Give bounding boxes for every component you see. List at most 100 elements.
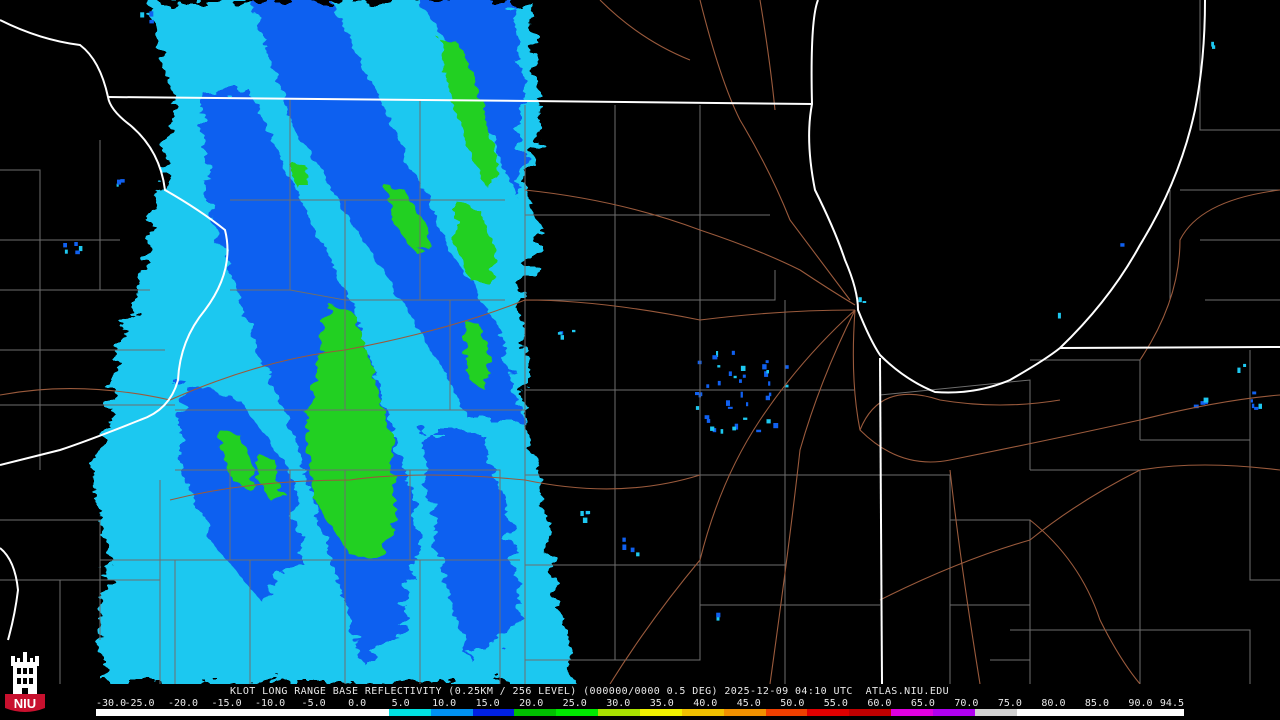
scale-label: -30.0 xyxy=(96,698,127,709)
scale-label: -10.0 xyxy=(255,698,286,709)
clutter-return xyxy=(742,374,746,378)
clutter-return xyxy=(695,406,700,410)
scale-label: 50.0 xyxy=(780,698,805,709)
scale-label: 5.0 xyxy=(391,698,410,709)
clutter-return xyxy=(1252,391,1257,395)
clutter-return xyxy=(1254,406,1259,410)
clutter-return xyxy=(862,301,867,303)
color-bin xyxy=(1058,709,1101,716)
clutter-return xyxy=(716,612,721,618)
clutter-return xyxy=(743,417,748,420)
scale-label: -25.0 xyxy=(124,698,155,709)
color-bin xyxy=(807,709,850,716)
color-bin xyxy=(137,709,180,716)
color-bin xyxy=(179,709,222,716)
radar-viewer: KLOT LONG RANGE BASE REFLECTIVITY (0.25K… xyxy=(0,0,1280,720)
scale-label: 10.0 xyxy=(432,698,457,709)
clutter-return xyxy=(717,365,721,368)
clutter-return xyxy=(768,381,771,386)
clutter-return xyxy=(716,616,720,621)
scale-label: 45.0 xyxy=(736,698,761,709)
clutter-return xyxy=(78,246,83,252)
color-bin xyxy=(723,709,766,716)
clutter-return xyxy=(1203,397,1209,403)
clutter-return xyxy=(1258,403,1262,409)
illinois-indiana-border xyxy=(879,357,883,684)
clutter-return xyxy=(64,249,68,254)
clutter-return xyxy=(731,350,735,355)
clutter-return xyxy=(740,365,746,371)
scale-label: 0.0 xyxy=(348,698,367,709)
color-scale-labels: -30.0 -25.0 -20.0 -15.0 -10.0 -5.0 0.0 5.0 10.0 1… xyxy=(96,698,1184,709)
clutter-return xyxy=(572,329,576,333)
product-caption: KLOT LONG RANGE BASE REFLECTIVITY (0.25K… xyxy=(230,686,950,697)
clutter-return xyxy=(756,429,762,433)
scale-label: 30.0 xyxy=(606,698,631,709)
clutter-return xyxy=(733,375,737,379)
clutter-return xyxy=(706,419,711,423)
scale-label: 25.0 xyxy=(562,698,587,709)
color-bin xyxy=(1100,709,1143,716)
color-bin xyxy=(639,709,682,716)
color-bin xyxy=(1142,709,1184,716)
color-bin xyxy=(263,709,306,716)
indiana-michigan-border xyxy=(1059,346,1280,349)
color-bin xyxy=(974,709,1017,716)
clutter-return xyxy=(630,547,635,553)
color-bin xyxy=(932,709,975,716)
clutter-return xyxy=(149,19,154,24)
color-scale-bar xyxy=(96,709,1184,716)
clutter-return xyxy=(720,429,724,434)
lake-michigan-shoreline xyxy=(808,0,1206,394)
color-bin xyxy=(305,709,348,716)
clutter-return xyxy=(765,360,769,364)
niu-logo: NIU xyxy=(5,652,45,712)
clutter-return xyxy=(726,400,730,406)
clutter-return xyxy=(766,370,769,374)
clutter-return xyxy=(75,250,80,255)
color-bin xyxy=(472,709,515,716)
clutter-return xyxy=(858,297,862,303)
scale-label: 40.0 xyxy=(693,698,718,709)
clutter-return xyxy=(63,243,67,248)
color-bin xyxy=(1016,709,1059,716)
clutter-return xyxy=(727,406,733,409)
clutter-return xyxy=(710,426,715,431)
clutter-return xyxy=(768,392,772,397)
clutter-return xyxy=(746,402,749,407)
clutter-return xyxy=(117,179,122,185)
iowa-border-segment xyxy=(0,547,20,641)
clutter-return xyxy=(765,395,770,401)
clutter-return xyxy=(149,11,154,17)
color-bin xyxy=(891,709,933,716)
scale-label: 65.0 xyxy=(910,698,935,709)
color-bin xyxy=(849,709,892,716)
clutter-return xyxy=(766,419,771,424)
clutter-return xyxy=(636,552,640,557)
clutter-return xyxy=(695,392,700,396)
color-bin xyxy=(765,709,808,716)
scale-label: 60.0 xyxy=(867,698,892,709)
scale-label: 20.0 xyxy=(519,698,544,709)
radar-map[interactable] xyxy=(0,0,1280,684)
color-bin xyxy=(556,709,599,716)
clutter-return xyxy=(1120,243,1125,247)
color-bin xyxy=(347,709,389,716)
scale-label: -5.0 xyxy=(301,698,326,709)
color-bin xyxy=(681,709,724,716)
logo-text: NIU xyxy=(14,696,36,711)
scale-label: 94.5 xyxy=(1159,698,1184,709)
clutter-return xyxy=(580,511,584,516)
clutter-return xyxy=(740,391,743,398)
scale-label: 85.0 xyxy=(1084,698,1109,709)
clutter-return xyxy=(557,332,562,335)
scale-label: 15.0 xyxy=(475,698,500,709)
scale-label: -15.0 xyxy=(211,698,242,709)
clutter-return xyxy=(1237,367,1241,373)
clutter-return xyxy=(585,511,591,514)
clutter-return xyxy=(706,384,710,388)
clutter-return xyxy=(1251,403,1255,409)
clutter-return xyxy=(773,423,779,429)
clutter-return xyxy=(560,335,564,340)
scale-label: 75.0 xyxy=(997,698,1022,709)
